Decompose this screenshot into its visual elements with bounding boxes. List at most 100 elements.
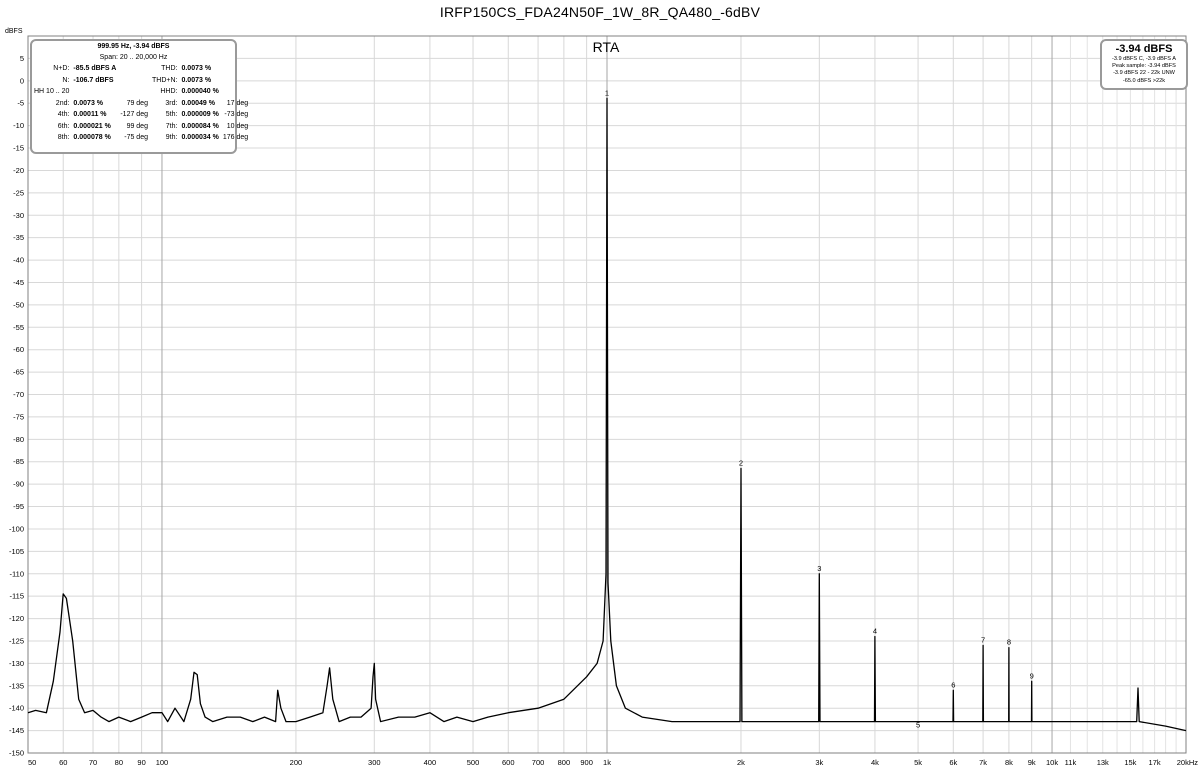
- stats-cell: [221, 75, 250, 87]
- y-tick-label: -55: [13, 323, 24, 332]
- x-tick-label: 8k: [1005, 758, 1013, 767]
- y-tick-label: -85: [13, 457, 24, 466]
- x-tick-label: 600: [502, 758, 515, 767]
- x-tick-label: 70: [89, 758, 97, 767]
- y-tick-label: -110: [10, 569, 24, 578]
- y-tick-label: -75: [13, 412, 24, 421]
- stats-cell: 17 deg: [226, 99, 249, 107]
- level-main-value: -3.94 dBFS: [1115, 43, 1173, 55]
- harmonic-label: 8: [1007, 638, 1011, 647]
- stats-cell: [221, 63, 250, 75]
- x-tick-label: 400: [424, 758, 437, 767]
- stats-cell: -75 deg: [124, 134, 148, 141]
- harmonic-label: 5: [916, 721, 920, 730]
- distortion-stats-panel: 999.95 Hz, -3.94 dBFS Span: 20 .. 20,000…: [30, 39, 248, 154]
- level-line: -3.9 dBFS C, -3.9 dBFS A: [1111, 56, 1177, 62]
- stats-row: N+D: -85.5 dBFS A THD: 0.0073 %: [32, 63, 250, 75]
- x-tick-label: 2k: [737, 758, 745, 767]
- y-tick-label: -120: [9, 614, 24, 623]
- stats-cell: 0.000034 %: [181, 134, 219, 141]
- stats-cell: 0.00049 %: [181, 99, 215, 107]
- stats-cell: 10 deg: [226, 122, 249, 130]
- harmonic-label: 3: [817, 564, 821, 573]
- stats-cell: 2nd:: [55, 99, 70, 107]
- x-tick-label: 900: [580, 758, 593, 767]
- y-tick-label: -80: [13, 435, 24, 444]
- stats-cell: 0.000040 %: [181, 88, 219, 95]
- level-readout-panel: -3.94 dBFS -3.9 dBFS C, -3.9 dBFS A Peak…: [1100, 39, 1188, 90]
- span-readout: Span: 20 .. 20,000 Hz: [99, 54, 168, 61]
- x-tick-label: 11k: [1065, 758, 1077, 767]
- y-tick-label: -115: [10, 592, 24, 601]
- stats-cell: 7th:: [165, 122, 178, 130]
- stats-cell: 0.000009 %: [181, 111, 219, 118]
- y-tick-label: -150: [9, 749, 24, 758]
- x-tick-label: 7k: [979, 758, 987, 767]
- stats-row: 6th: 0.000021 % 99 deg 7th: 0.000084 % 10 deg: [32, 121, 250, 133]
- x-tick-label: 6k: [949, 758, 957, 767]
- y-tick-label: -15: [13, 144, 24, 153]
- stats-cell: [118, 75, 150, 87]
- y-tick-label: -65: [13, 368, 24, 377]
- x-tick-label: 9k: [1028, 758, 1036, 767]
- stats-cell: HHD:: [160, 88, 178, 95]
- y-axis-label: dBFS: [5, 28, 23, 35]
- distortion-table: N+D: -85.5 dBFS A THD: 0.0073 % N: -106.7 dBF…: [32, 63, 250, 144]
- y-tick-label: -20: [13, 166, 24, 175]
- y-tick-label: -125: [9, 636, 24, 645]
- x-tick-label: 200: [290, 758, 303, 767]
- stats-cell: 0.000078 %: [73, 134, 111, 141]
- stats-row: 8th: 0.000078 % -75 deg 9th: 0.000034 % 176 d…: [32, 132, 250, 144]
- x-tick-label: 15k: [1124, 758, 1136, 767]
- y-tick-label: -130: [9, 659, 24, 668]
- harmonic-label: 1: [605, 88, 609, 97]
- y-tick-label: -5: [17, 99, 24, 108]
- stats-cell: [221, 86, 250, 98]
- x-tick-label: 700: [532, 758, 545, 767]
- harmonic-label: 6: [951, 680, 955, 689]
- stats-cell: HH 10 .. 20: [34, 88, 70, 95]
- x-tick-label: 60: [59, 758, 67, 767]
- stats-cell: -85.5 dBFS A: [73, 65, 117, 72]
- level-line: -65.0 dBFS >22k: [1122, 77, 1166, 84]
- stats-cell: 3rd:: [165, 99, 178, 107]
- stats-row: 4th: 0.00011 % -127 deg 5th: 0.000009 % -73 d…: [32, 109, 250, 121]
- y-tick-label: -100: [9, 524, 24, 533]
- stats-cell: 0.0073 %: [181, 76, 212, 84]
- stats-cell: 4th:: [57, 111, 70, 118]
- stats-cell: -73 deg: [224, 111, 249, 118]
- peak-readout: 999.95 Hz, -3.94 dBFS: [97, 43, 170, 50]
- y-tick-label: -10: [13, 121, 24, 130]
- stats-cell: 8th:: [57, 134, 70, 141]
- stats-cell: 0.0073 %: [181, 65, 212, 72]
- x-tick-label: 5k: [914, 758, 922, 767]
- stats-cell: 79 deg: [126, 99, 148, 107]
- y-tick-label: -35: [13, 233, 24, 242]
- y-axis-ticks: 5 0 -5 -10 -15 -20 -25 -30 -35 -40 -45 -50 -55 -60 -65…: [9, 54, 24, 758]
- stats-cell: 6th:: [57, 122, 70, 130]
- stats-cell: [118, 63, 150, 75]
- y-tick-label: -60: [13, 345, 24, 354]
- stats-cell: [71, 86, 118, 98]
- stats-row: HH 10 .. 20 HHD: 0.000040 %: [32, 86, 250, 98]
- x-tick-label: 4k: [871, 758, 879, 767]
- y-tick-label: -25: [13, 188, 24, 197]
- stats-cell: 5th:: [165, 111, 178, 118]
- stats-cell: 9th:: [165, 134, 178, 141]
- stats-cell: 99 deg: [126, 122, 148, 130]
- harmonic-label: 7: [981, 635, 985, 644]
- y-tick-label: 0: [20, 76, 24, 85]
- stats-cell: 0.0073 %: [73, 99, 104, 107]
- y-tick-label: -45: [13, 278, 24, 287]
- x-tick-label: 100: [156, 758, 169, 767]
- stats-cell: -127 deg: [120, 111, 148, 118]
- x-tick-label: 20kHz: [1177, 758, 1199, 767]
- stats-row: 2nd: 0.0073 % 79 deg 3rd: 0.00049 % 17 deg: [32, 98, 250, 110]
- stats-cell: 0.000084 %: [181, 122, 219, 130]
- stats-cell: -106.7 dBFS: [73, 76, 114, 84]
- stats-cell: [118, 86, 150, 98]
- x-tick-label: 10k: [1046, 758, 1058, 767]
- x-tick-label: 50: [28, 758, 36, 767]
- x-tick-label: 3k: [815, 758, 823, 767]
- stats-cell: N+D:: [53, 65, 70, 72]
